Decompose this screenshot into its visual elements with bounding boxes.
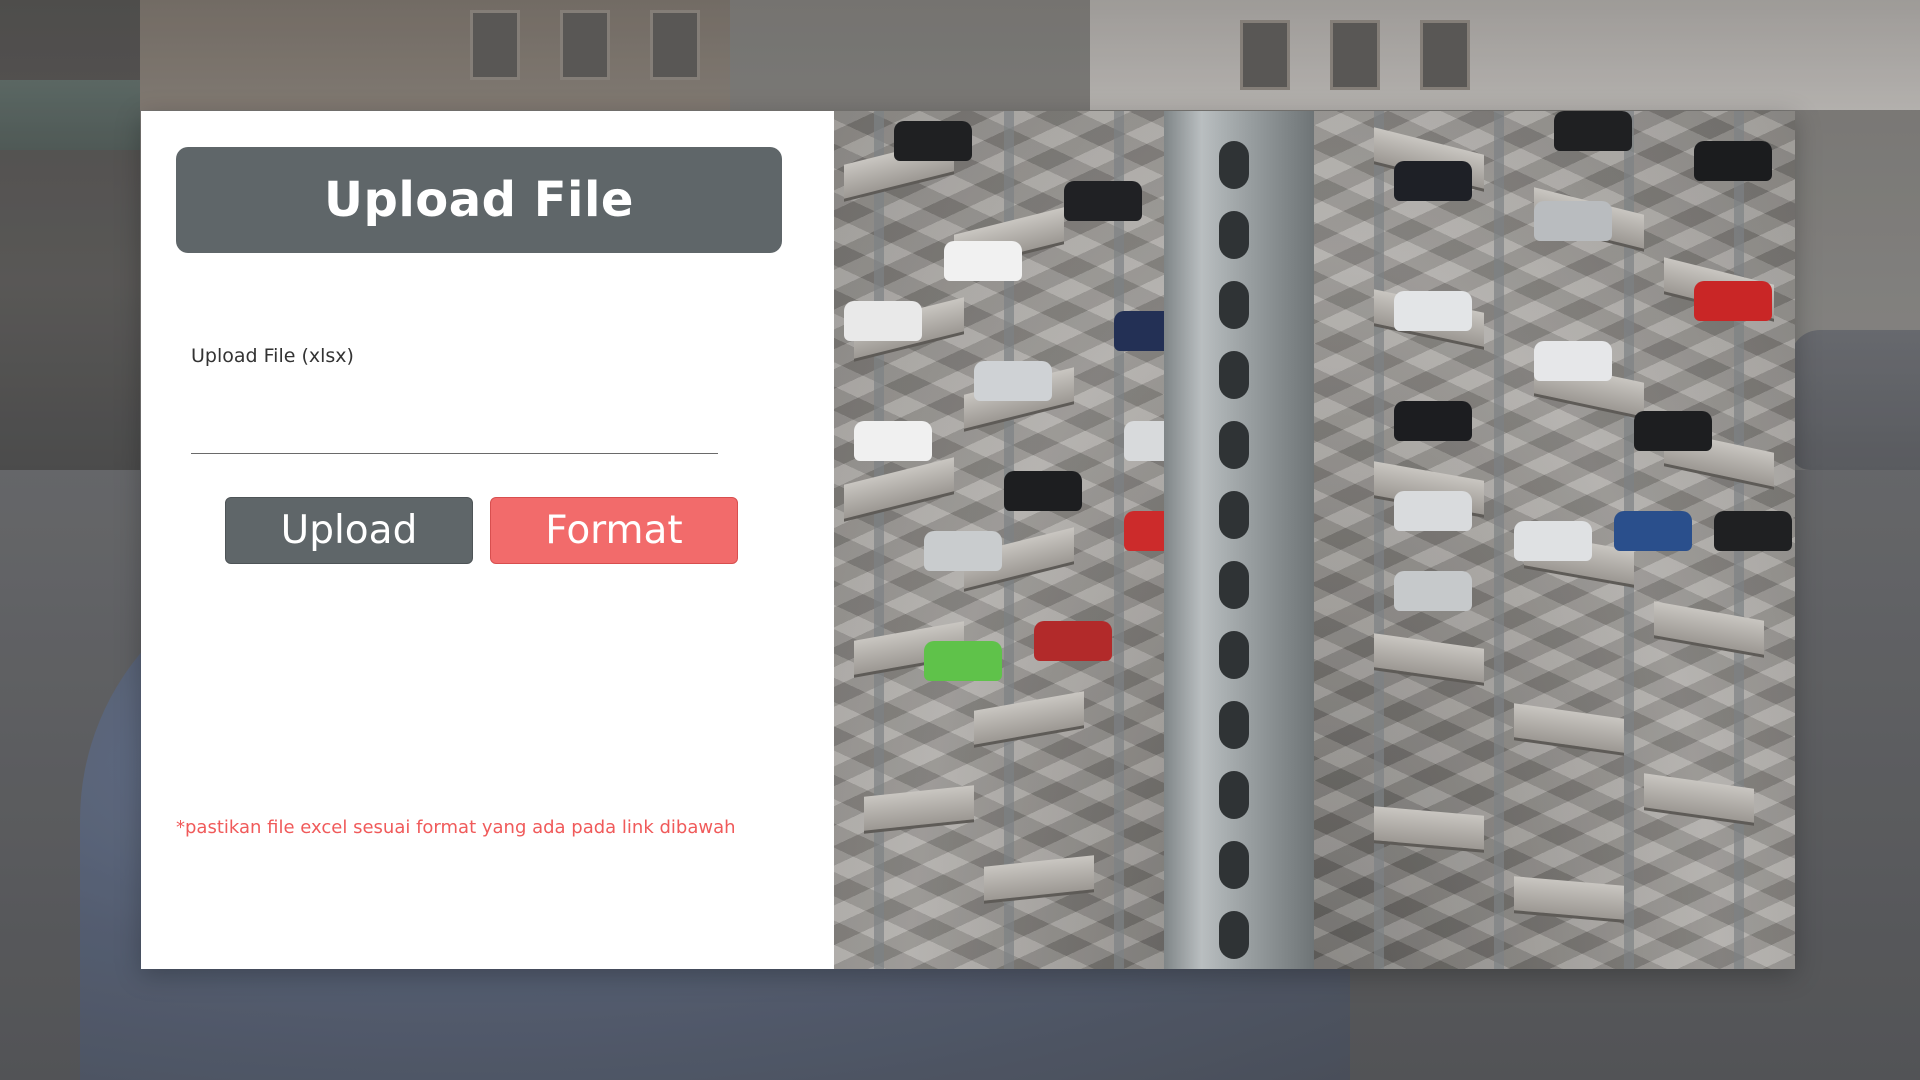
photo-car [1394,161,1472,201]
photo-pillar-hole [1219,561,1249,609]
photo-beam [1114,111,1124,969]
photo-pillar-hole [1219,141,1249,189]
photo-car [1034,621,1112,661]
photo-car [894,121,972,161]
photo-pillar-hole [1219,771,1249,819]
photo-shelf [984,855,1094,904]
photo-pillar-hole [1219,631,1249,679]
photo-car [1714,511,1792,551]
photo-car [1394,401,1472,441]
format-button-label: Format [545,508,683,553]
photo-shelf [1514,703,1624,756]
photo-pillar-hole [1219,701,1249,749]
upload-button-label: Upload [280,508,418,553]
photo-car [1694,141,1772,181]
photo-pillar-hole [1219,421,1249,469]
photo-pillar-hole [1219,491,1249,539]
upload-card: Upload File Upload File (xlsx) Upload Fo… [141,111,1795,969]
upload-button[interactable]: Upload [225,497,473,564]
photo-car [1004,471,1082,511]
photo-shelf [1374,806,1484,853]
photo-pillar-hole [1219,351,1249,399]
photo-car [1394,571,1472,611]
photo-car [1614,511,1692,551]
photo-pillar-hole [1219,911,1249,959]
file-input[interactable] [191,411,718,454]
photo-shelf [1654,601,1764,658]
photo-car [1534,341,1612,381]
page-title: Upload File [324,172,634,228]
photo-car [924,641,1002,681]
photo-shelf [844,457,954,522]
parking-tower-image [834,111,1795,969]
photo-pillar-hole [1219,211,1249,259]
photo-shelf [1514,876,1624,923]
photo-car [854,421,932,461]
photo-car [924,531,1002,571]
photo-beam [1494,111,1504,969]
photo-shelf [1374,633,1484,686]
photo-pillar-hole [1219,281,1249,329]
format-button[interactable]: Format [490,497,738,564]
upload-form-panel: Upload File Upload File (xlsx) Upload Fo… [141,111,834,969]
format-note: *pastikan file excel sesuai format yang … [176,817,736,838]
photo-car [1394,291,1472,331]
photo-car [1514,521,1592,561]
photo-car [1394,491,1472,531]
photo-pillar [1164,111,1314,969]
photo-car [1534,201,1612,241]
photo-car [844,301,922,341]
photo-car [1064,181,1142,221]
upload-field-label: Upload File (xlsx) [191,345,354,367]
title-bar: Upload File [176,147,782,253]
photo-car [1554,111,1632,151]
photo-car [1634,411,1712,451]
photo-car [974,361,1052,401]
photo-pillar-hole [1219,841,1249,889]
photo-car [944,241,1022,281]
photo-shelf [974,691,1084,748]
photo-beam [874,111,884,969]
photo-car [1694,281,1772,321]
